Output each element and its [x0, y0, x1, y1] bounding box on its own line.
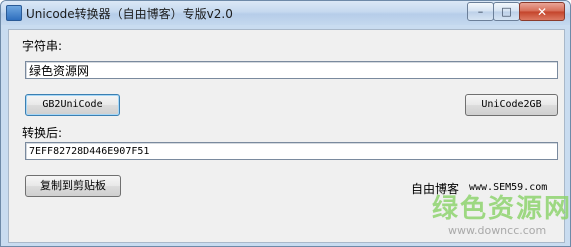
window-title: Unicode转换器（自由博客）专版v2.0: [26, 7, 233, 21]
input-text-field[interactable]: 绿色资源网: [25, 61, 558, 79]
site-url: www.SEM59.com: [469, 182, 548, 193]
app-window: Unicode转换器（自由博客）专版v2.0 – □ ✕ 字符串: 绿色资源网 …: [0, 0, 571, 247]
output-text-field[interactable]: 7EFF82728D446E907F51: [25, 142, 558, 160]
input-label: 字符串:: [22, 39, 63, 53]
maximize-icon: □: [501, 5, 512, 18]
unicode2gb-button[interactable]: UniCode2GB: [465, 94, 558, 116]
client-area: 字符串: 绿色资源网 GB2UniCode UniCode2GB 转换后: 7E…: [8, 29, 565, 243]
minimize-button[interactable]: –: [467, 2, 494, 21]
title-bar[interactable]: Unicode转换器（自由博客）专版v2.0 – □ ✕: [1, 1, 570, 25]
minimize-icon: –: [477, 5, 484, 18]
maximize-button[interactable]: □: [493, 2, 520, 21]
close-button[interactable]: ✕: [519, 2, 565, 21]
copy-to-clipboard-button[interactable]: 复制到剪贴板: [25, 175, 121, 197]
site-name: 自由博客: [411, 182, 460, 196]
app-icon: [6, 5, 22, 21]
close-icon: ✕: [536, 4, 548, 19]
gb2unicode-button[interactable]: GB2UniCode: [25, 94, 120, 116]
output-label: 转换后:: [22, 126, 63, 140]
